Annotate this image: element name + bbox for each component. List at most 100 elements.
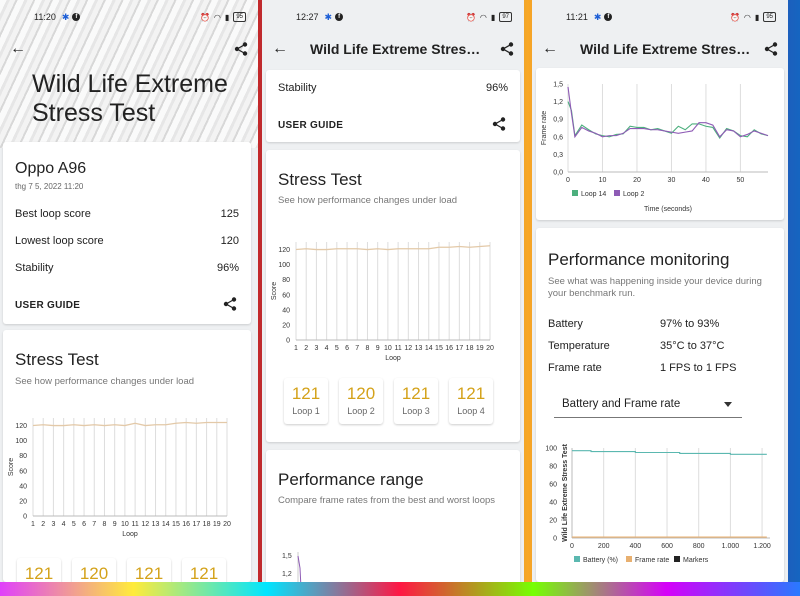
legend-label: Loop 2	[623, 191, 645, 198]
y-tick-label: 60	[549, 482, 557, 489]
backdrop-band	[0, 582, 800, 596]
dropdown-value: Battery and Frame rate	[562, 398, 681, 410]
x-tick-label: 13	[152, 521, 160, 528]
x-tick-label: 20	[486, 345, 494, 352]
x-tick-label: 2	[304, 345, 308, 352]
back-arrow-icon[interactable]: ←	[272, 40, 288, 58]
share-icon[interactable]	[492, 117, 506, 131]
x-tick-label: 7	[355, 345, 359, 352]
gear-icon: ✱	[593, 11, 602, 22]
x-tick-label: 40	[702, 177, 710, 184]
app-bar-title: Wild Life Extreme Stress...	[310, 41, 485, 57]
stress-test-chart: 0204060801001201 2 3 4 5 6 7 8 9 10 11 12 13 14 15 16 17…	[271, 242, 494, 362]
metric-dropdown[interactable]: Battery and Frame rate	[554, 390, 742, 418]
y-tick-label: 1,2	[282, 571, 292, 578]
score-line	[295, 245, 491, 251]
x-tick-label: 6	[345, 345, 349, 352]
y-tick-label: 0,0	[553, 170, 563, 177]
x-tick-label: 1.000	[722, 543, 740, 550]
x-tick-label: 3	[314, 345, 318, 352]
y-tick-label: 0	[286, 338, 290, 345]
x-tick-label: 200	[598, 543, 610, 550]
x-tick-label: 800	[693, 543, 705, 550]
performance-monitoring-card: Performance monitoring See what was happ…	[536, 228, 784, 582]
y-tick-label: 1,5	[282, 553, 292, 560]
share-icon[interactable]	[223, 297, 237, 311]
x-tick-label: 1	[294, 345, 298, 352]
x-tick-label: 8	[366, 345, 370, 352]
y-tick-label: 40	[282, 307, 290, 314]
x-tick-label: 11	[394, 345, 401, 352]
x-tick-label: 0	[566, 177, 570, 184]
section-title: Stress Test	[15, 350, 99, 369]
loop-tile[interactable]: 121 Loop 3	[394, 378, 438, 424]
device-name: Oppo A96	[15, 160, 87, 177]
legend-label: Loop 14	[581, 191, 606, 198]
loop-tile[interactable]: 121	[182, 558, 226, 582]
legend-label: Markers	[683, 557, 709, 564]
clock: 11:21	[566, 12, 588, 22]
x-axis-label: Loop	[122, 531, 138, 538]
back-arrow-icon[interactable]: ←	[542, 40, 558, 58]
legend-swatch	[674, 556, 680, 562]
x-tick-label: 18	[466, 345, 474, 352]
x-tick-label: 4	[62, 521, 66, 528]
user-guide-link[interactable]: USER GUIDE	[278, 120, 343, 131]
x-tick-label: 50	[737, 177, 745, 184]
battery-frame-rate-chart: 0 20 40 60 80 100 0 200 400 600 800 1.000 1.200 Wild …	[545, 443, 771, 564]
page-title: Wild Life Extreme Stress Test	[32, 70, 228, 128]
y-tick-label: 100	[15, 438, 27, 445]
loop-tile[interactable]: 121	[17, 558, 61, 582]
legend-swatch	[626, 556, 632, 562]
loop-tile[interactable]: 121 Loop 4	[449, 378, 493, 424]
y-tick-label: 0	[23, 514, 27, 521]
wifi-icon: ◠	[743, 12, 751, 22]
x-tick-label: 9	[376, 345, 380, 352]
x-tick-label: 13	[415, 345, 423, 352]
back-arrow-icon[interactable]: ←	[10, 40, 26, 58]
x-tick-label: 14	[425, 345, 433, 352]
x-tick-label: 7	[92, 521, 96, 528]
y-tick-label: 40	[549, 500, 557, 507]
y-tick-label: 80	[282, 277, 290, 284]
legend-swatch	[614, 190, 620, 196]
x-tick-label: 5	[72, 521, 76, 528]
x-tick-label: 18	[203, 521, 211, 528]
x-tick-label: 17	[192, 521, 200, 528]
row-stability: Stability 96%	[15, 262, 239, 274]
section-subtitle: Compare frame rates from the best and wo…	[278, 495, 496, 506]
status-bar: 11:20 ✱ f ⏰ ◠ ▮ 95	[0, 0, 258, 34]
phone-screen-1: 11:20 ✱ f ⏰ ◠ ▮ 95 ← Wild Life Extreme Stres…	[0, 0, 258, 582]
y-tick-label: 0,6	[553, 134, 563, 141]
status-bar: 11:21 ✱ f ⏰ ◠ ▮ 95	[532, 0, 788, 34]
loop-tile[interactable]: 121 Loop 1	[284, 378, 328, 424]
y-tick-label: 100	[278, 262, 290, 269]
loop-tile[interactable]: 121	[127, 558, 171, 582]
y-tick-label: 0	[553, 536, 557, 543]
y-tick-label: 20	[19, 498, 27, 505]
battery-icon: 97	[499, 12, 512, 22]
x-tick-label: 0	[570, 543, 574, 550]
legend-swatch	[574, 556, 580, 562]
x-tick-label: 11	[131, 521, 138, 528]
title-line-2: Stress Test	[32, 99, 156, 127]
section-title: Performance monitoring	[548, 250, 730, 269]
x-tick-label: 16	[182, 521, 190, 528]
x-tick-label: 1	[31, 521, 35, 528]
series-line	[572, 450, 767, 455]
facebook-icon: f	[604, 13, 613, 21]
share-icon[interactable]	[500, 42, 514, 56]
section-subtitle: See how performance changes under load	[15, 376, 195, 387]
x-tick-label: 6	[82, 521, 86, 528]
loop-tile[interactable]: 120	[72, 558, 116, 582]
share-icon[interactable]	[764, 42, 778, 56]
user-guide-link[interactable]: USER GUIDE	[15, 300, 80, 311]
result-card: Stability 96% USER GUIDE	[266, 70, 520, 142]
share-icon[interactable]	[234, 42, 248, 56]
x-tick-label: 14	[162, 521, 170, 528]
facebook-icon: f	[335, 13, 344, 21]
x-tick-label: 10	[121, 521, 129, 528]
y-tick-label: 60	[282, 292, 290, 299]
loop-tile[interactable]: 120 Loop 2	[339, 378, 383, 424]
x-tick-label: 19	[213, 521, 221, 528]
